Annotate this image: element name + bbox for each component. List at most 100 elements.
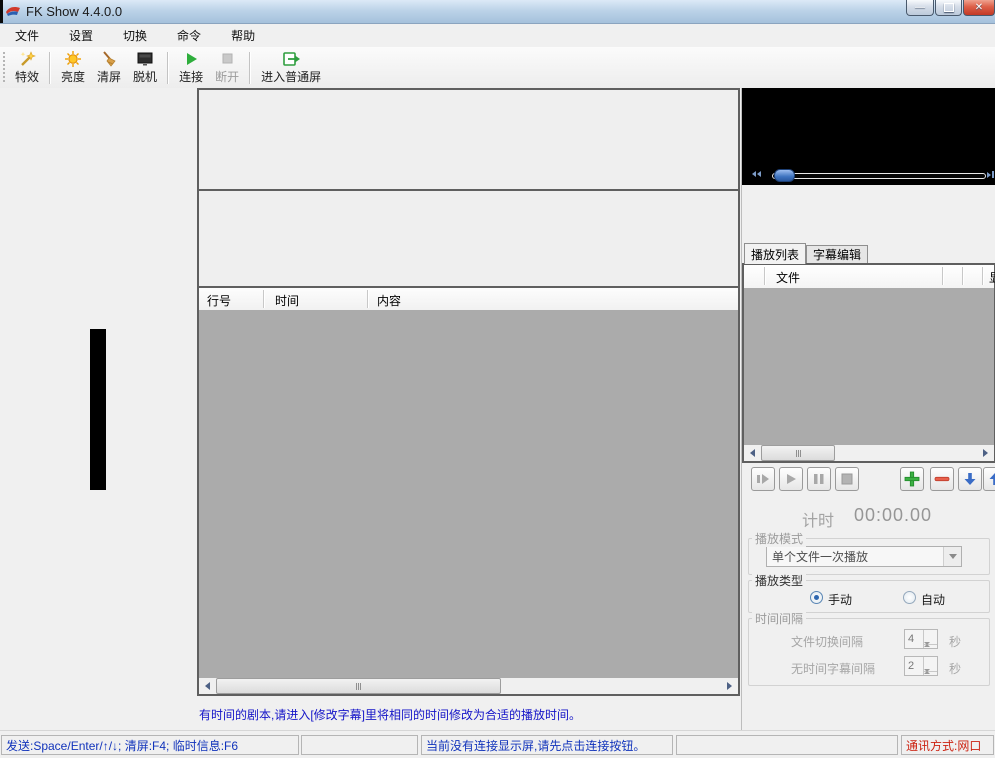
file-list-body[interactable]: [744, 288, 994, 445]
display-panel-middle[interactable]: [197, 189, 740, 288]
fk-show-window: FK Show 4.4.0.0 — ✕ 文件 设置 切换 命令 帮助 特效: [0, 0, 995, 758]
minimize-button[interactable]: —: [906, 0, 934, 16]
center-area: 行号 时间 内容 有时间的剧本,请进入[修改字幕]里将相同的时间修改为合适的播放…: [197, 88, 740, 730]
play-type-group-label: 播放类型: [752, 572, 806, 589]
maximize-button[interactable]: [935, 0, 962, 16]
scrollbar-thumb[interactable]: [216, 678, 501, 694]
playlist-file-list[interactable]: 文件 显: [742, 263, 995, 463]
spinner-down-icon[interactable]: [924, 672, 937, 686]
column-time[interactable]: 时间: [275, 292, 299, 309]
subtitle-table-body[interactable]: [199, 310, 738, 678]
offline-button[interactable]: 脱机: [128, 48, 162, 87]
no-time-interval-value: 2: [905, 657, 923, 675]
seek-forward-icon[interactable]: [987, 171, 994, 178]
column-separator[interactable]: [367, 290, 369, 308]
screen-left-edge: [0, 0, 3, 23]
toolbar-grip: [2, 52, 6, 84]
scroll-right-icon[interactable]: [977, 445, 994, 461]
file-list-header: 文件 显: [744, 265, 994, 289]
stop-icon: [839, 472, 855, 486]
offline-label: 脱机: [133, 68, 157, 85]
enter-normal-screen-button[interactable]: 进入普通屏: [256, 48, 326, 87]
subtitle-table[interactable]: 行号 时间 内容: [197, 286, 740, 696]
move-up-button[interactable]: [983, 467, 995, 491]
seek-back-icon[interactable]: [752, 171, 761, 177]
clear-screen-button[interactable]: 清屏: [92, 48, 126, 87]
menu-switch[interactable]: 切换: [108, 24, 162, 47]
effects-button[interactable]: 特效: [10, 48, 44, 87]
monitor-icon: [135, 50, 155, 68]
close-button[interactable]: ✕: [963, 0, 995, 16]
menu-settings[interactable]: 设置: [54, 24, 108, 47]
connect-label: 连接: [179, 68, 203, 85]
minimize-icon: —: [915, 3, 925, 13]
maximize-icon: [944, 3, 954, 12]
column-separator[interactable]: [942, 267, 944, 285]
column-partial[interactable]: 显: [989, 269, 995, 286]
title-bar[interactable]: FK Show 4.4.0.0 — ✕: [0, 0, 995, 24]
seek-track[interactable]: [772, 173, 986, 179]
subtitle-table-hscrollbar[interactable]: [199, 678, 738, 694]
move-down-button[interactable]: [958, 467, 982, 491]
menu-help[interactable]: 帮助: [216, 24, 270, 47]
menu-file[interactable]: 文件: [0, 24, 54, 47]
radio-manual-label[interactable]: 手动: [828, 591, 852, 608]
connect-play-icon: [181, 50, 201, 68]
arrow-up-icon: [987, 471, 995, 487]
column-content[interactable]: 内容: [377, 292, 401, 309]
timer-label: 计时: [802, 507, 834, 531]
seek-bar[interactable]: [742, 165, 995, 185]
pause-button[interactable]: [807, 467, 831, 491]
remove-file-button[interactable]: [930, 467, 954, 491]
play-mode-dropdown[interactable]: 单个文件一次播放: [766, 546, 962, 567]
enter-normal-screen-icon: [281, 50, 301, 68]
time-hint-text: 有时间的剧本,请进入[修改字幕]里将相同的时间修改为合适的播放时间。: [199, 706, 581, 723]
magic-wand-icon: [17, 50, 37, 68]
subtitle-table-header: 行号 时间 内容: [199, 288, 738, 311]
tab-subtitle-edit[interactable]: 字幕编辑: [806, 245, 868, 264]
column-separator[interactable]: [263, 290, 265, 308]
interval-group-label: 时间间隔: [752, 610, 806, 627]
play-button[interactable]: [779, 467, 803, 491]
scroll-left-icon[interactable]: [744, 445, 761, 461]
radio-auto-label[interactable]: 自动: [921, 591, 945, 608]
close-icon: ✕: [975, 3, 983, 13]
seek-thumb[interactable]: [774, 169, 795, 182]
column-separator[interactable]: [962, 267, 964, 285]
menu-command[interactable]: 命令: [162, 24, 216, 47]
file-switch-interval-label: 文件切换间隔: [791, 633, 863, 650]
scrollbar-thumb[interactable]: [761, 445, 835, 461]
column-file[interactable]: 文件: [776, 269, 800, 286]
file-switch-interval-spinner[interactable]: 4: [904, 629, 938, 649]
step-play-button[interactable]: [751, 467, 775, 491]
connect-button[interactable]: 连接: [174, 48, 208, 87]
scroll-right-icon[interactable]: [721, 678, 738, 694]
file-list-hscrollbar[interactable]: [744, 445, 994, 461]
timer-value: 00:00.00: [854, 505, 932, 526]
brightness-button[interactable]: 亮度: [56, 48, 90, 87]
brightness-label: 亮度: [61, 68, 85, 85]
column-separator[interactable]: [764, 267, 766, 285]
radio-auto[interactable]: [903, 591, 916, 604]
file-switch-interval-unit: 秒: [949, 633, 961, 650]
stop-button[interactable]: [835, 467, 859, 491]
sun-icon: [63, 50, 83, 68]
column-line-number[interactable]: 行号: [207, 292, 231, 309]
broom-icon: [99, 50, 119, 68]
status-comm-mode-text: 通讯方式:网口: [906, 737, 981, 754]
radio-manual[interactable]: [810, 591, 823, 604]
no-time-interval-spinner[interactable]: 2: [904, 656, 938, 676]
toolbar-separator: [167, 52, 169, 84]
scroll-left-icon[interactable]: [199, 678, 216, 694]
column-separator[interactable]: [982, 267, 984, 285]
arrow-down-icon: [962, 471, 978, 487]
toolbar-separator: [249, 52, 251, 84]
add-file-button[interactable]: [900, 467, 924, 491]
disconnect-button[interactable]: 断开: [210, 48, 244, 87]
status-shortcuts: 发送:Space/Enter/↑/↓; 清屏:F4; 临时信息:F6: [1, 735, 299, 755]
display-panel-top[interactable]: [197, 88, 740, 191]
tab-playlist[interactable]: 播放列表: [744, 243, 806, 264]
no-time-interval-label: 无时间字幕间隔: [791, 660, 875, 677]
pause-icon: [811, 472, 827, 486]
effects-label: 特效: [15, 68, 39, 85]
